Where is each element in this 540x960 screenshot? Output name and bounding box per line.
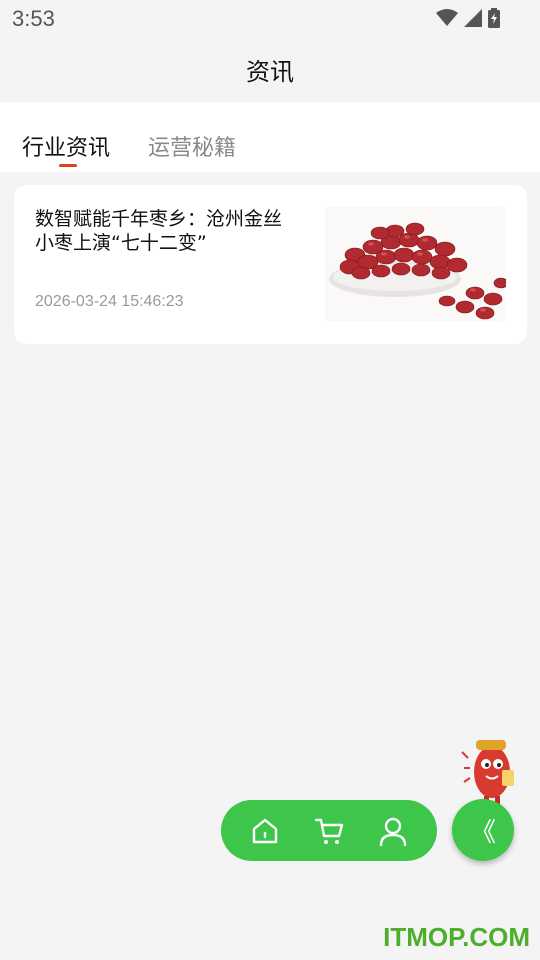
- wifi-icon: [436, 9, 458, 26]
- tab-operation-tips[interactable]: 运营秘籍: [148, 130, 236, 162]
- watermark: ITMOP.COM: [383, 922, 530, 952]
- tab-active-indicator: [59, 164, 77, 167]
- double-chevron-left-icon: 《: [469, 817, 496, 848]
- tab-industry-news[interactable]: 行业资讯: [22, 130, 110, 162]
- nav-bar: 资讯: [0, 38, 540, 102]
- news-title: 数智赋能千年枣乡：沧州金丝小枣上演“七十二变”: [35, 208, 283, 254]
- mascot-icon[interactable]: [458, 738, 516, 808]
- collapse-nav-button[interactable]: 《: [452, 799, 514, 861]
- red-dates-photo: [325, 207, 506, 321]
- tab-bar: 行业资讯 运营秘籍: [0, 102, 540, 172]
- cart-button[interactable]: [307, 809, 351, 853]
- news-card[interactable]: 数智赋能千年枣乡：沧州金丝小枣上演“七十二变” 2026-03-24 15:46…: [14, 185, 527, 344]
- news-timestamp: 2026-03-24 15:46:23: [35, 293, 184, 310]
- cart-icon: [314, 818, 344, 844]
- home-button[interactable]: [243, 809, 287, 853]
- profile-button[interactable]: [371, 809, 415, 853]
- status-time: 3:53: [12, 6, 55, 31]
- signal-icon: [464, 9, 482, 27]
- user-icon: [379, 817, 407, 846]
- news-thumbnail: [325, 207, 506, 321]
- home-icon: [252, 818, 278, 843]
- battery-icon: [488, 8, 500, 28]
- status-bar: 3:53: [0, 0, 540, 38]
- page-title: 资讯: [246, 58, 294, 86]
- floating-nav: [221, 800, 437, 861]
- status-icons: [436, 8, 500, 28]
